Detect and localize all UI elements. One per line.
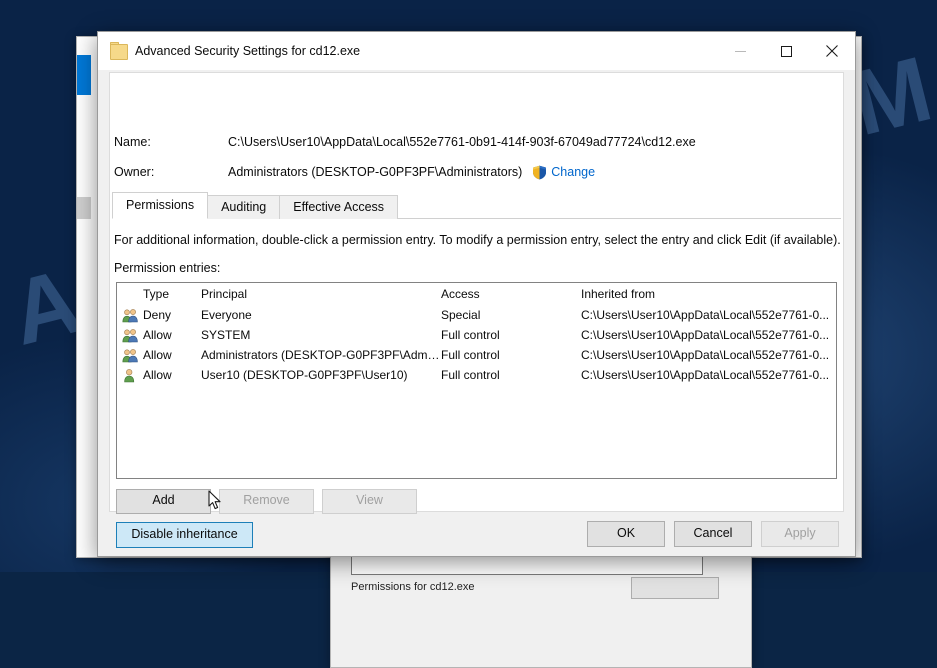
cell-inherited-from: C:\Users\User10\AppData\Local\552e7761-0… bbox=[581, 328, 830, 342]
name-value: C:\Users\User10\AppData\Local\552e7761-0… bbox=[228, 135, 696, 149]
cell-principal: Administrators (DESKTOP-G0PF3PF\Admini..… bbox=[201, 348, 441, 362]
dialog-title: Advanced Security Settings for cd12.exe bbox=[135, 44, 361, 58]
cancel-button[interactable]: Cancel bbox=[674, 521, 752, 547]
column-header-principal[interactable]: Principal bbox=[201, 287, 441, 301]
apply-button: Apply bbox=[761, 521, 839, 547]
cell-inherited-from: C:\Users\User10\AppData\Local\552e7761-0… bbox=[581, 348, 830, 362]
table-row[interactable]: Allow SYSTEM Full control C:\Users\User1… bbox=[117, 325, 836, 345]
background-properties-listbox bbox=[351, 555, 703, 575]
background-properties-label: Permissions for cd12.exe bbox=[351, 581, 475, 593]
cell-access: Full control bbox=[441, 348, 500, 362]
cell-access: Full control bbox=[441, 328, 500, 342]
add-button[interactable]: Add bbox=[116, 489, 211, 514]
listview-header: Type Principal Access Inherited from bbox=[117, 283, 836, 305]
entry-action-buttons: Add Remove View bbox=[116, 489, 417, 514]
minimize-icon[interactable] bbox=[717, 32, 763, 70]
dialog-footer: OK Cancel Apply bbox=[98, 512, 855, 556]
background-properties-button[interactable] bbox=[631, 577, 719, 599]
table-row[interactable]: Deny Everyone Special C:\Users\User10\Ap… bbox=[117, 305, 836, 325]
table-row[interactable]: Allow User10 (DESKTOP-G0PF3PF\User10) Fu… bbox=[117, 365, 836, 385]
column-header-access[interactable]: Access bbox=[441, 287, 581, 301]
cell-inherited-from: C:\Users\User10\AppData\Local\552e7761-0… bbox=[581, 368, 830, 382]
background-nav-strip bbox=[77, 197, 91, 219]
shield-icon bbox=[532, 165, 547, 180]
group-icon bbox=[117, 308, 143, 323]
ok-button[interactable]: OK bbox=[587, 521, 665, 547]
cell-type: Allow bbox=[143, 368, 172, 382]
change-owner-link[interactable]: Change bbox=[551, 165, 595, 179]
group-icon bbox=[117, 348, 143, 363]
cell-type: Allow bbox=[143, 328, 172, 342]
cell-principal: SYSTEM bbox=[201, 328, 251, 342]
instructions-text: For additional information, double-click… bbox=[114, 233, 841, 247]
tab-auditing[interactable]: Auditing bbox=[207, 195, 281, 219]
dialog-content: Name: C:\Users\User10\AppData\Local\552e… bbox=[98, 70, 855, 556]
table-row[interactable]: Allow Administrators (DESKTOP-G0PF3PF\Ad… bbox=[117, 345, 836, 365]
cell-principal: Everyone bbox=[201, 308, 252, 322]
background-properties-window[interactable]: Permissions for cd12.exe bbox=[330, 546, 752, 668]
permission-entries-label: Permission entries: bbox=[114, 261, 221, 275]
cell-inherited-from: C:\Users\User10\AppData\Local\552e7761-0… bbox=[581, 308, 830, 322]
background-nav-highlight bbox=[77, 55, 91, 95]
remove-button: Remove bbox=[219, 489, 314, 514]
owner-value: Administrators (DESKTOP-G0PF3PF\Administ… bbox=[228, 165, 523, 179]
advanced-security-settings-dialog: Advanced Security Settings for cd12.exe … bbox=[97, 31, 856, 557]
owner-field-row: Owner: Administrators (DESKTOP-G0PF3PF\A… bbox=[114, 162, 595, 182]
name-field-row: Name: C:\Users\User10\AppData\Local\552e… bbox=[114, 132, 696, 152]
permission-entries-listview[interactable]: Type Principal Access Inherited from Den… bbox=[116, 282, 837, 479]
cell-type: Deny bbox=[143, 308, 172, 322]
dialog-titlebar[interactable]: Advanced Security Settings for cd12.exe bbox=[98, 32, 855, 70]
cell-access: Full control bbox=[441, 368, 500, 382]
column-header-inherited-from[interactable]: Inherited from bbox=[581, 287, 836, 301]
group-icon bbox=[117, 328, 143, 343]
close-icon[interactable] bbox=[809, 32, 855, 70]
owner-label: Owner: bbox=[114, 165, 155, 179]
cell-principal: User10 (DESKTOP-G0PF3PF\User10) bbox=[201, 368, 408, 382]
tab-permissions[interactable]: Permissions bbox=[112, 192, 209, 219]
cell-type: Allow bbox=[143, 348, 172, 362]
tab-bar: Permissions Auditing Effective Access bbox=[112, 192, 855, 219]
maximize-icon[interactable] bbox=[763, 32, 809, 70]
folder-icon bbox=[110, 42, 128, 60]
column-header-type[interactable]: Type bbox=[143, 287, 201, 301]
tab-effective-access[interactable]: Effective Access bbox=[279, 195, 399, 219]
cell-access: Special bbox=[441, 308, 481, 322]
user-icon bbox=[117, 368, 143, 383]
name-label: Name: bbox=[114, 135, 151, 149]
view-button: View bbox=[322, 489, 417, 514]
